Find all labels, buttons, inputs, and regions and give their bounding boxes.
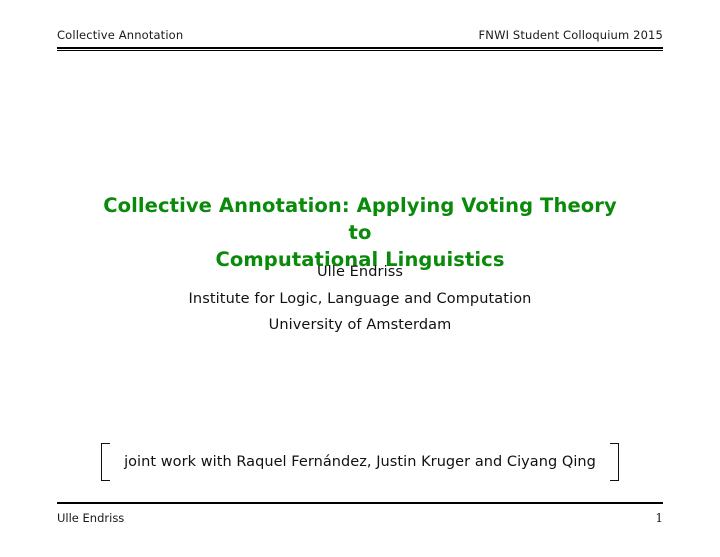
slide-header: Collective Annotation FNWI Student Collo… [57,28,663,42]
footer-rule [57,502,663,504]
header-rule-thick [57,47,663,49]
author-institute: Institute for Logic, Language and Comput… [188,290,532,307]
title-line-1: Collective Annotation: Applying Voting T… [103,194,617,244]
page-title: Collective Annotation: Applying Voting T… [90,192,630,273]
footer-page-number: 1 [655,511,663,525]
header-right-event: FNWI Student Colloquium 2015 [478,28,663,42]
joint-work-note: joint work with Raquel Fernández, Justin… [78,443,642,481]
header-left-title: Collective Annotation [57,28,184,42]
slide-footer: Ulle Endriss 1 [57,511,663,525]
bracket-right-icon [609,443,619,481]
joint-work-text: joint work with Raquel Fernández, Justin… [124,454,596,470]
bracket-left-icon [101,443,111,481]
slide-body: Collective Annotation: Applying Voting T… [0,0,720,557]
slide-canvas: Collective Annotation FNWI Student Collo… [0,0,720,557]
header-rule-thin [57,50,663,51]
footer-author: Ulle Endriss [57,511,125,525]
author-name: Ulle Endriss [316,264,404,280]
author-university: University of Amsterdam [268,317,452,333]
title-line-2: Computational Linguistics [215,248,505,271]
author-block: Ulle Endriss Institute for Logic, Langua… [90,259,630,339]
